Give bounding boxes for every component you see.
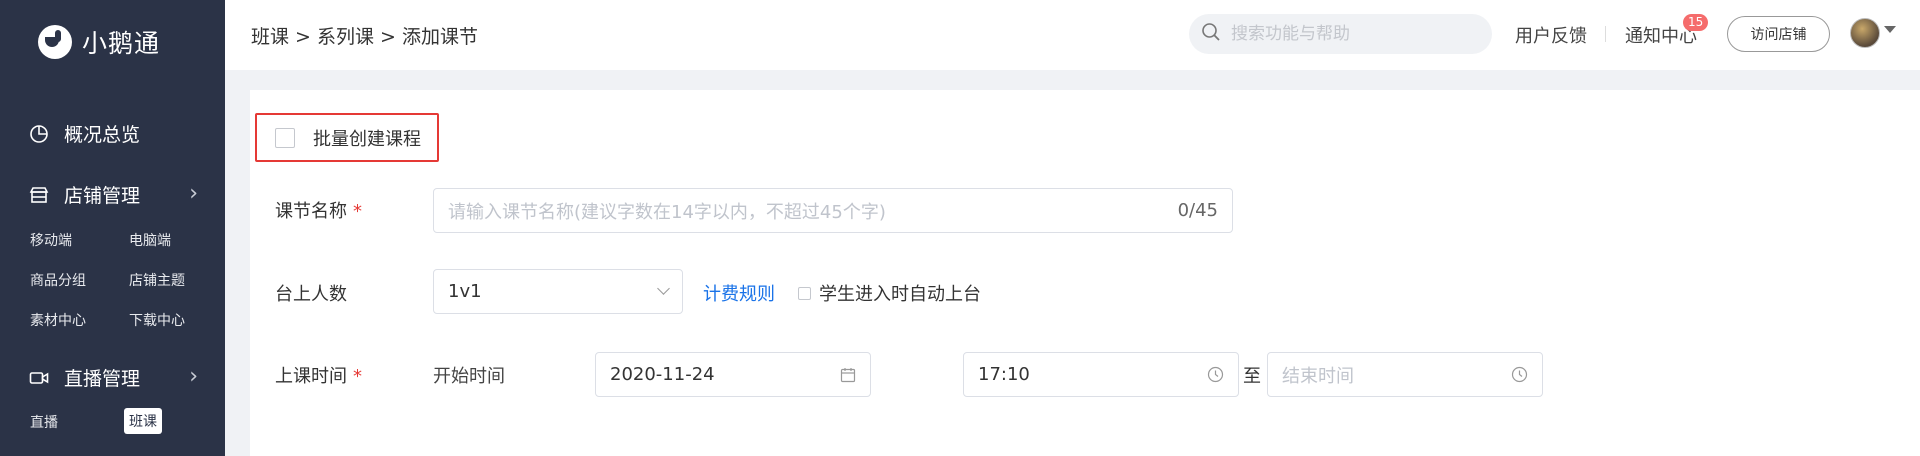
chevron-right-icon: › bbox=[189, 181, 198, 206]
stage-count-label: 台上人数 bbox=[275, 284, 347, 305]
auto-stage-label: 学生进入时自动上台 bbox=[819, 284, 981, 305]
end-time-picker[interactable]: 结束时间 bbox=[1267, 352, 1543, 397]
required-mark: * bbox=[353, 201, 362, 222]
sidebar-item-label: 直播管理 bbox=[64, 368, 141, 390]
start-date-value: 2020-11-24 bbox=[610, 364, 715, 385]
header-divider bbox=[1605, 26, 1606, 42]
pie-chart-icon bbox=[28, 123, 50, 145]
start-time-label: 开始时间 bbox=[433, 366, 505, 387]
visit-store-button[interactable]: 访问店铺 bbox=[1727, 16, 1830, 52]
sidebar-item-label: 店铺管理 bbox=[64, 185, 141, 207]
sidebar-sub-live[interactable]: 直播 bbox=[30, 412, 58, 432]
batch-create-option[interactable]: 批量创建课程 bbox=[255, 113, 439, 162]
char-counter: 0/45 bbox=[1177, 200, 1218, 221]
sidebar-sub-product-group[interactable]: 商品分组 bbox=[30, 270, 86, 290]
lesson-title-placeholder: 请输入课节名称(建议字数在14字以内，不超过45个字) bbox=[448, 201, 886, 223]
sidebar-sub-store-theme[interactable]: 店铺主题 bbox=[129, 270, 185, 290]
caret-down-icon[interactable] bbox=[1884, 26, 1896, 33]
class-time-label: 上课时间 * bbox=[275, 362, 362, 388]
feedback-link[interactable]: 用户反馈 bbox=[1515, 22, 1587, 48]
sidebar-sub-mobile[interactable]: 移动端 bbox=[30, 230, 72, 250]
range-separator: 至 bbox=[1243, 366, 1261, 387]
batch-create-label: 批量创建课程 bbox=[313, 128, 421, 150]
lesson-title-input[interactable]: 请输入课节名称(建议字数在14字以内，不超过45个字) 0/45 bbox=[433, 188, 1233, 233]
start-date-picker[interactable]: 2020-11-24 bbox=[595, 352, 871, 397]
sidebar: 小鹅通 概况总览 店铺管理 › 移动端 电脑端 商品分组 店铺主题 素材中心 下… bbox=[0, 0, 225, 456]
breadcrumb: 班课 > 系列课 > 添加课节 bbox=[251, 26, 478, 48]
end-time-placeholder: 结束时间 bbox=[1282, 365, 1354, 387]
goose-logo-icon bbox=[38, 25, 72, 59]
auto-stage-checkbox[interactable] bbox=[798, 286, 811, 300]
search-bar[interactable] bbox=[1189, 14, 1492, 54]
chevron-right-icon: › bbox=[189, 364, 198, 389]
stage-count-select[interactable]: 1v1 bbox=[433, 269, 683, 314]
required-mark: * bbox=[353, 366, 362, 387]
lesson-title-label-text: 课节名称 bbox=[275, 201, 347, 222]
sidebar-sub-material-center[interactable]: 素材中心 bbox=[30, 310, 86, 330]
sidebar-item-overview[interactable]: 概况总览 bbox=[28, 120, 198, 147]
billing-rule-link[interactable]: 计费规则 bbox=[703, 280, 775, 306]
calendar-icon bbox=[840, 367, 856, 383]
stage-count-value: 1v1 bbox=[448, 281, 482, 302]
clock-icon bbox=[1207, 366, 1224, 383]
batch-create-checkbox[interactable] bbox=[275, 127, 295, 148]
start-time-picker[interactable]: 17:10 bbox=[963, 352, 1239, 397]
form-panel: 批量创建课程 课节名称 * 请输入课节名称(建议字数在14字以内，不超过45个字)… bbox=[250, 90, 1920, 456]
sidebar-sub-pc[interactable]: 电脑端 bbox=[129, 230, 171, 250]
search-input[interactable] bbox=[1231, 24, 1471, 44]
top-header: 班课 > 系列课 > 添加课节 用户反馈 通知中心 15 访问店铺 bbox=[225, 0, 1920, 70]
search-icon bbox=[1201, 22, 1221, 46]
sidebar-sub-class[interactable]: 班课 bbox=[124, 408, 162, 434]
class-time-label-text: 上课时间 bbox=[275, 366, 347, 387]
chevron-down-icon bbox=[657, 282, 670, 295]
avatar[interactable] bbox=[1850, 18, 1880, 48]
auto-stage-option[interactable]: 学生进入时自动上台 bbox=[798, 280, 981, 306]
sidebar-item-store-management[interactable]: 店铺管理 › bbox=[28, 181, 198, 208]
sidebar-item-live-management[interactable]: 直播管理 › bbox=[28, 364, 198, 391]
logo-text: 小鹅通 bbox=[82, 29, 161, 58]
clock-icon bbox=[1511, 366, 1528, 383]
logo[interactable]: 小鹅通 bbox=[38, 24, 160, 60]
start-time-value: 17:10 bbox=[978, 364, 1030, 385]
sidebar-sub-download-center[interactable]: 下载中心 bbox=[129, 310, 185, 330]
lesson-title-label: 课节名称 * bbox=[275, 197, 362, 223]
notification-count-badge: 15 bbox=[1683, 14, 1709, 31]
store-icon bbox=[28, 184, 50, 206]
video-camera-icon bbox=[28, 367, 50, 389]
sidebar-item-label: 概况总览 bbox=[64, 124, 141, 146]
